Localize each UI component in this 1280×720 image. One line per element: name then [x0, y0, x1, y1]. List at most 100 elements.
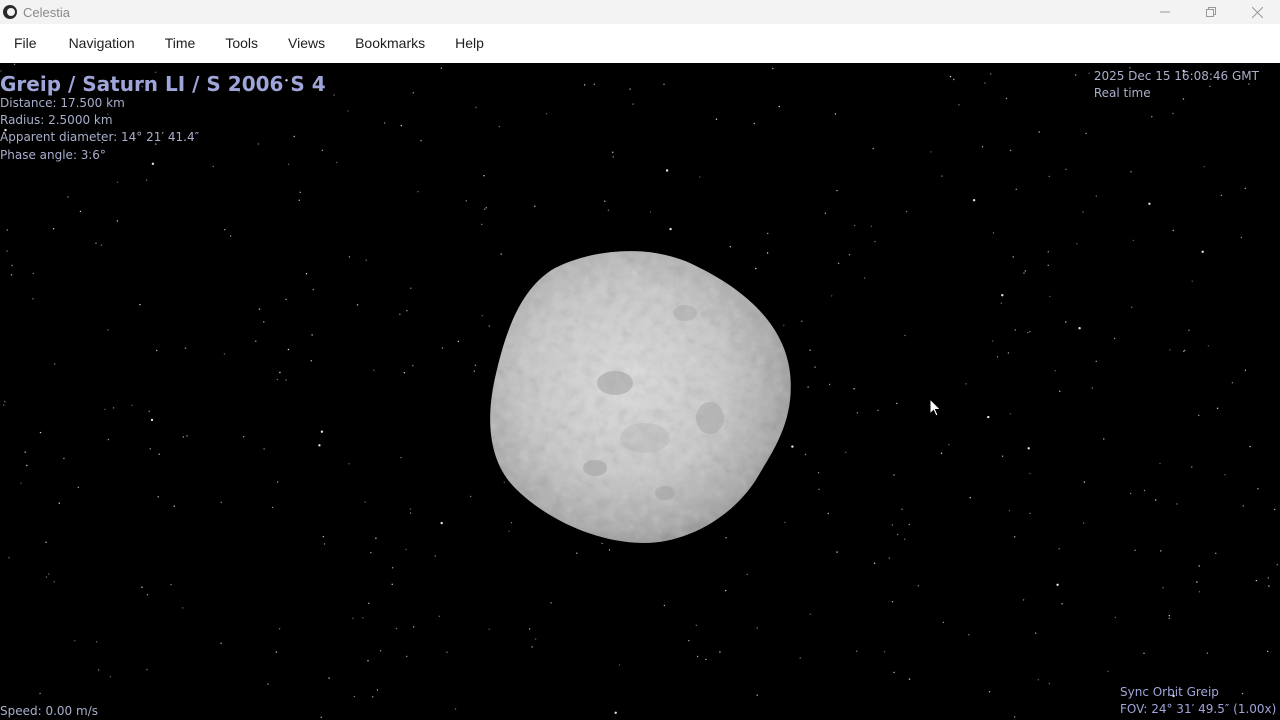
star [353, 695, 356, 698]
space-viewport[interactable]: Greip / Saturn LI / S 2006 S 4 Distance:… [0, 63, 1280, 720]
star [1113, 337, 1116, 340]
menu-tools[interactable]: Tools [211, 24, 274, 63]
menu-help[interactable]: Help [441, 24, 500, 63]
restore-button[interactable] [1188, 0, 1234, 24]
star [1015, 188, 1017, 190]
radius-readout: Radius: 2.5000 km [0, 113, 113, 127]
minimize-button[interactable] [1142, 0, 1188, 24]
menu-time[interactable]: Time [151, 24, 212, 63]
star [170, 584, 172, 586]
star [1224, 474, 1226, 476]
star [649, 211, 652, 213]
star [116, 181, 119, 183]
star [1022, 599, 1025, 601]
star [139, 303, 141, 306]
star [1143, 652, 1145, 654]
star [1151, 116, 1153, 118]
star [1014, 536, 1016, 538]
star [365, 259, 367, 261]
star [3, 400, 6, 403]
star [1007, 352, 1010, 354]
star [1196, 581, 1198, 583]
star [39, 431, 42, 434]
close-button[interactable] [1234, 0, 1280, 24]
star [612, 156, 614, 158]
star [949, 75, 952, 78]
menu-views[interactable]: Views [274, 24, 341, 63]
star [663, 83, 665, 85]
star [481, 315, 483, 317]
star [1276, 564, 1279, 566]
menu-file[interactable]: File [0, 24, 55, 63]
star [475, 106, 477, 109]
star [688, 639, 690, 642]
star [287, 348, 290, 351]
star [362, 617, 364, 619]
star [1000, 302, 1002, 304]
star [1049, 295, 1051, 298]
star [100, 244, 103, 246]
menu-bookmarks[interactable]: Bookmarks [341, 24, 441, 63]
star [1184, 349, 1186, 351]
star [778, 105, 780, 108]
star [1103, 438, 1105, 440]
celestia-app-icon [3, 5, 17, 19]
speed-readout: Speed: 0.00 m/s [0, 704, 98, 718]
star [1191, 280, 1193, 282]
star [941, 175, 943, 177]
star [809, 349, 811, 351]
star [528, 628, 531, 630]
star [1065, 321, 1067, 323]
star [990, 73, 992, 75]
star [1207, 345, 1210, 347]
star [1058, 548, 1060, 550]
star [373, 369, 375, 371]
star [182, 436, 184, 438]
star [32, 272, 34, 275]
star [948, 443, 950, 446]
star [287, 163, 290, 165]
star [149, 448, 151, 450]
star [1206, 652, 1209, 654]
star [1130, 492, 1132, 495]
star [58, 502, 60, 504]
star [403, 372, 406, 374]
star [836, 551, 838, 553]
star [1029, 331, 1031, 333]
star [277, 481, 279, 483]
star [440, 521, 443, 525]
star [150, 418, 154, 422]
apparent-diameter-readout: Apparent diameter: 14° 21′ 41.4″ [0, 130, 200, 144]
object-name: Greip / Saturn LI / S 2006 S 4 [0, 72, 326, 96]
menu-navigation[interactable]: Navigation [55, 24, 151, 63]
star [953, 78, 955, 81]
star [20, 482, 22, 484]
star [904, 334, 906, 337]
star [856, 650, 858, 652]
star [1029, 512, 1031, 515]
star [298, 199, 300, 201]
star [1242, 505, 1244, 507]
star [333, 94, 335, 96]
star [1035, 632, 1037, 634]
star [1132, 239, 1135, 242]
star [1249, 445, 1251, 448]
star [1169, 349, 1171, 351]
star [1176, 503, 1178, 505]
star [258, 308, 261, 310]
star [891, 524, 894, 526]
star [370, 551, 372, 554]
mouse-cursor-icon [929, 398, 942, 417]
star [1059, 390, 1061, 392]
restore-icon [1206, 7, 1216, 17]
star [484, 208, 486, 210]
star [473, 370, 475, 372]
star [891, 601, 894, 603]
star [212, 165, 214, 168]
minimize-icon [1160, 11, 1170, 13]
star [1257, 488, 1259, 490]
star [1023, 272, 1025, 274]
star [45, 541, 47, 543]
star [992, 232, 995, 234]
star [318, 444, 321, 447]
